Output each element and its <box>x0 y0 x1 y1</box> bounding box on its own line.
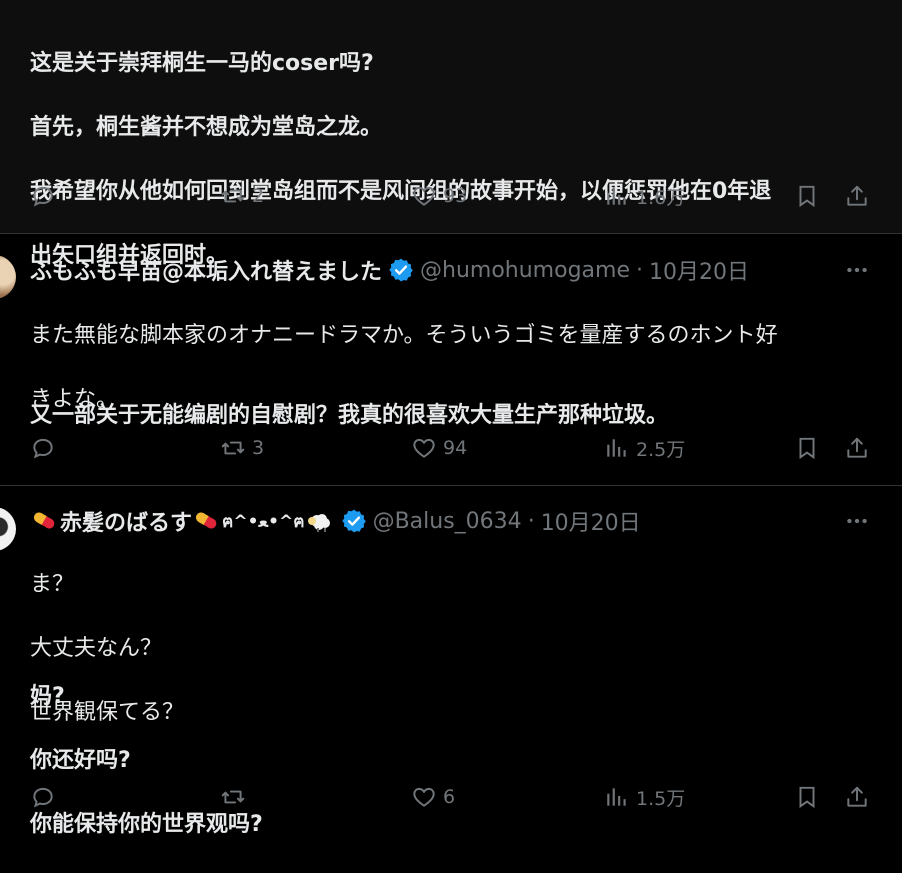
display-name[interactable]: ふもふも早苗@本垢入れ替えました <box>30 254 382 286</box>
reply-icon <box>33 186 53 207</box>
display-name-prefix[interactable]: 赤髪のばるす <box>60 505 192 537</box>
repost-button[interactable] <box>220 782 252 812</box>
repost-button[interactable]: 3 <box>220 433 264 463</box>
verified-badge-icon[interactable] <box>388 257 414 283</box>
heart-icon <box>413 438 435 458</box>
like-button[interactable]: 6 <box>411 782 455 812</box>
share-button[interactable] <box>844 181 870 211</box>
avatar[interactable] <box>0 255 16 299</box>
more-icon[interactable] <box>844 257 870 283</box>
bookmark-icon <box>799 185 815 208</box>
post-3-translation: 妈? 你还好吗? 你能保持你的世界观吗? <box>30 649 870 873</box>
repost-count: 3 <box>252 437 265 459</box>
post-2-action-bar: 3 94 2.5万 <box>30 433 872 463</box>
like-count: 93 <box>443 185 468 207</box>
translation-line: 这是关于崇拜桐生一马的coser吗? <box>30 51 374 76</box>
separator: · <box>635 257 643 283</box>
views-button[interactable]: 1.5万 <box>604 782 685 812</box>
views-icon <box>607 187 626 205</box>
heart-icon <box>413 787 435 807</box>
sheep-emoji-icon <box>307 514 330 532</box>
original-line: ま？ <box>30 572 75 597</box>
like-count: 94 <box>443 437 468 459</box>
reply-icon <box>33 787 53 808</box>
translation-line: 又一部关于无能编剧的自慰剧？我真的很喜欢大量生产那种垃圾。 <box>30 403 669 428</box>
reply-button[interactable] <box>30 181 62 211</box>
post-1[interactable]: 这是关于崇拜桐生一马的coser吗? 首先，桐生酱并不想成为堂岛之龙。 我希望你… <box>0 0 902 268</box>
share-icon <box>847 185 867 206</box>
translation-line: 首先，桐生酱并不想成为堂岛之龙。 <box>30 115 383 140</box>
views-button[interactable]: 2.5万 <box>604 433 685 463</box>
share-button[interactable] <box>844 782 870 812</box>
views-icon <box>607 788 626 806</box>
views-button[interactable]: 1.6万 <box>604 181 685 211</box>
share-icon <box>847 786 867 807</box>
post-3[interactable]: 赤髪のばるす ฅ^•ﻌ•^ฅ @Balus_0634 · 10月20日 ま？ 大… <box>0 485 902 838</box>
views-icon <box>607 439 626 457</box>
post-2[interactable]: ふもふも早苗@本垢入れ替えました @humohumogame · 10月20日 … <box>0 233 902 485</box>
post-date[interactable]: 10月20日 <box>541 505 641 537</box>
views-count: 1.6万 <box>636 186 686 209</box>
translation-line: 你能保持你的世界观吗? <box>30 812 263 837</box>
post-3-action-bar: 6 1.5万 <box>30 782 872 812</box>
views-count: 1.5万 <box>636 787 686 810</box>
repost-button[interactable]: 2 <box>220 181 264 211</box>
repost-icon <box>221 441 245 455</box>
verified-badge-icon[interactable] <box>341 508 367 534</box>
avatar[interactable] <box>0 507 16 551</box>
translation-line: 妈? <box>30 684 65 709</box>
pill-emoji-icon <box>33 512 55 529</box>
post-3-header: 赤髪のばるす ฅ^•ﻌ•^ฅ @Balus_0634 · 10月20日 <box>30 506 641 536</box>
post-2-header: ふもふも早苗@本垢入れ替えました @humohumogame · 10月20日 <box>30 254 749 286</box>
like-button[interactable]: 93 <box>411 181 467 211</box>
more-icon[interactable] <box>844 508 870 534</box>
share-icon <box>847 437 867 458</box>
post-1-action-bar: 2 93 1.6万 <box>30 181 872 211</box>
repost-icon <box>221 790 245 804</box>
pill-emoji-icon <box>195 512 217 529</box>
handle[interactable]: @Balus_0634 <box>373 509 522 534</box>
post-date[interactable]: 10月20日 <box>649 254 749 286</box>
timeline-feed: 这是关于崇拜桐生一马的coser吗? 首先，桐生酱并不想成为堂岛之龙。 我希望你… <box>0 0 902 838</box>
display-name-suffix[interactable]: ฅ^•ﻌ•^ฅ <box>222 508 305 535</box>
reply-button[interactable] <box>30 433 62 463</box>
handle[interactable]: @humohumogame <box>420 258 630 283</box>
like-count: 6 <box>443 786 456 808</box>
repost-count: 2 <box>252 185 265 207</box>
original-line: また無能な脚本家のオナニードラマか。そういうゴミを量産するのホント好 <box>30 323 778 348</box>
bookmark-button[interactable] <box>794 782 820 812</box>
repost-icon <box>221 189 245 203</box>
heart-icon <box>413 186 435 206</box>
like-button[interactable]: 94 <box>411 433 467 463</box>
separator: · <box>527 508 535 534</box>
reply-button[interactable] <box>30 782 62 812</box>
bookmark-button[interactable] <box>794 181 820 211</box>
translation-line: 你还好吗? <box>30 748 131 773</box>
share-button[interactable] <box>844 433 870 463</box>
bookmark-icon <box>799 786 815 809</box>
reply-icon <box>33 438 53 459</box>
views-count: 2.5万 <box>636 438 686 461</box>
bookmark-button[interactable] <box>794 433 820 463</box>
bookmark-icon <box>799 437 815 460</box>
